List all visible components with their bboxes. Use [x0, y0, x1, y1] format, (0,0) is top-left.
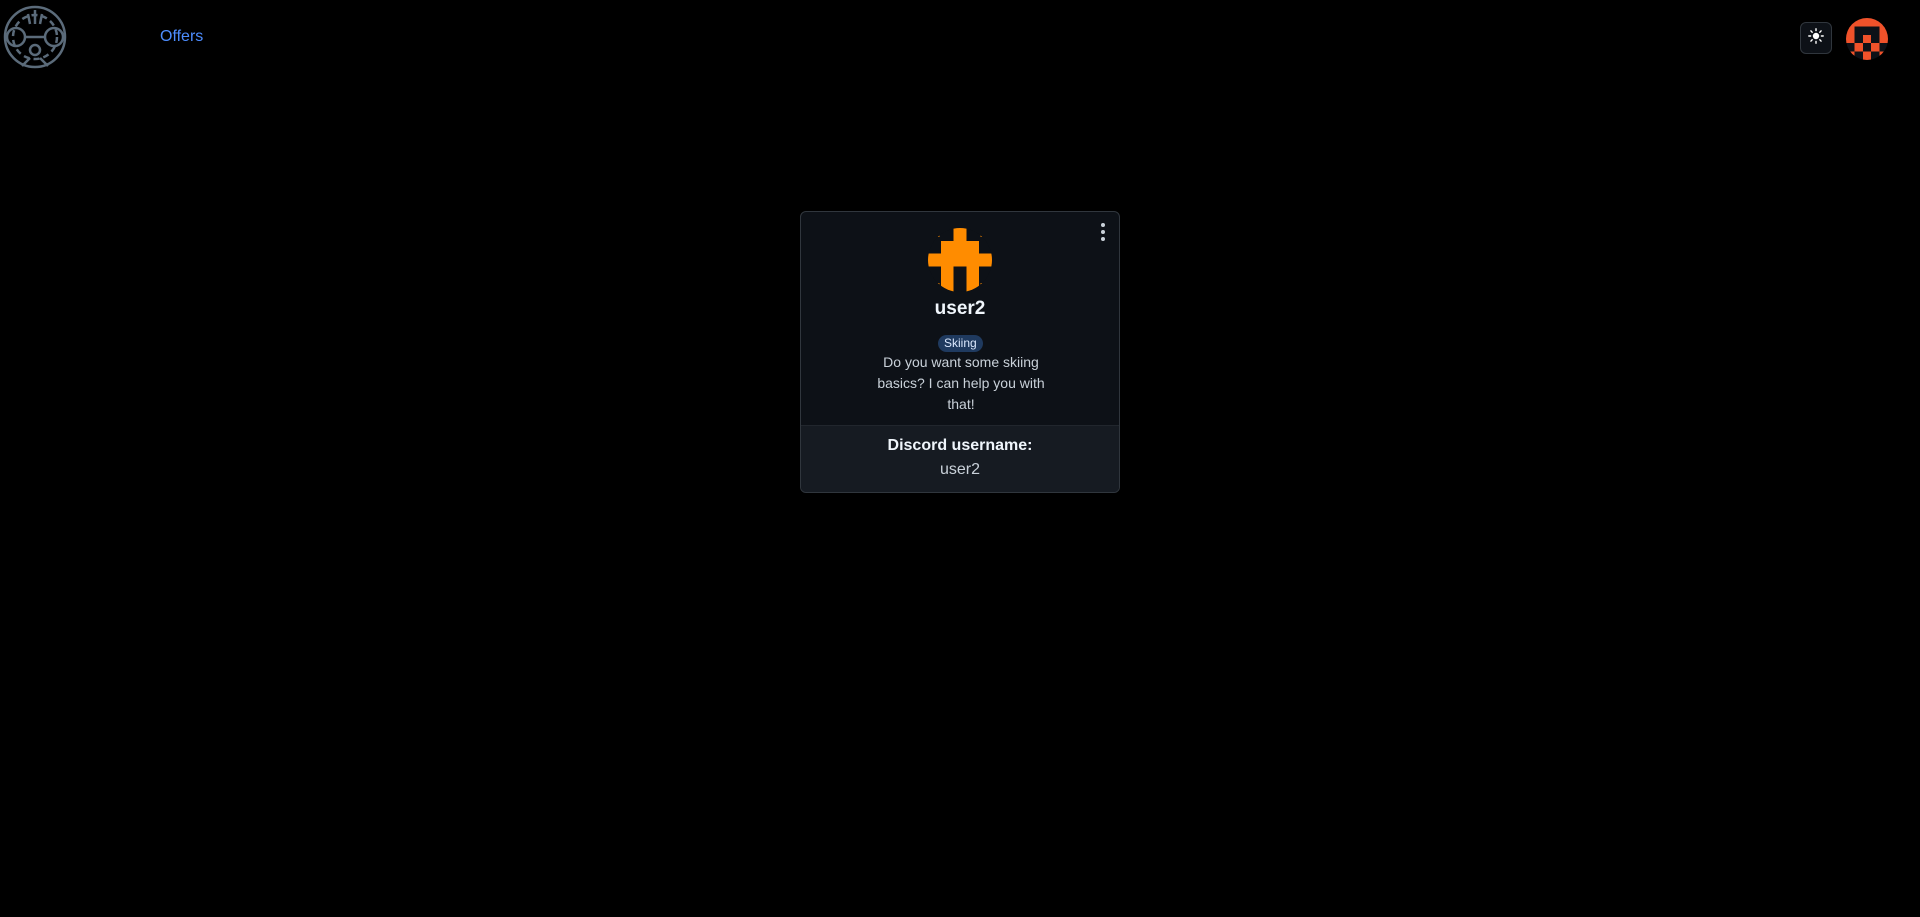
logo-icon[interactable]	[0, 2, 70, 72]
category-badge: Skiing	[938, 335, 983, 352]
user-avatar[interactable]	[1846, 18, 1888, 60]
nav-link-offers[interactable]: Offers	[160, 28, 203, 46]
profile-card-body: user2 Skiing Do you want some skiing bas…	[801, 212, 1119, 425]
discord-username-value: user2	[939, 461, 981, 478]
discord-username-label: Discord username:	[887, 437, 1033, 454]
profile-card: user2 Skiing Do you want some skiing bas…	[800, 211, 1120, 493]
profile-description: Do you want some skiing basics? I can he…	[877, 354, 1045, 412]
theme-toggle-button[interactable]	[1800, 22, 1832, 54]
sun-icon	[1808, 27, 1824, 49]
profile-avatar	[928, 228, 992, 292]
profile-name: user2	[934, 298, 986, 319]
navbar: Offers	[0, 0, 1920, 76]
profile-card-footer: Discord username: user2	[801, 425, 1119, 492]
